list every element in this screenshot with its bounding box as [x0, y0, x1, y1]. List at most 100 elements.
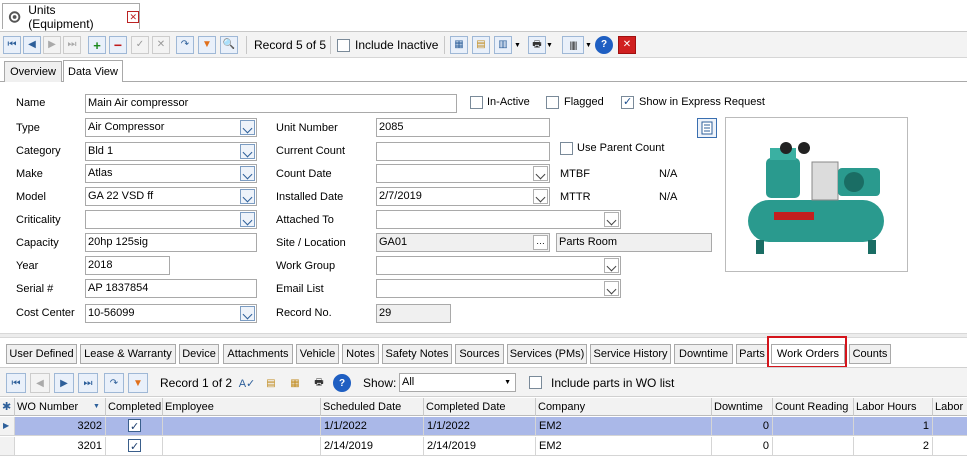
tab-user-defined[interactable]: User Defined	[6, 344, 77, 364]
completed-checkbox[interactable]	[128, 438, 141, 455]
chevron-down-icon[interactable]: ▼	[514, 42, 521, 49]
chevron-down-icon[interactable]: ▼	[585, 42, 592, 49]
wo-filter-button[interactable]: ▼	[128, 373, 148, 393]
include-parts-checkbox[interactable]	[529, 376, 542, 389]
cell-completed-date[interactable]: 2/14/2019	[424, 437, 536, 456]
col-completed[interactable]: Completed	[106, 398, 163, 416]
make-select[interactable]: Atlas	[85, 164, 257, 183]
layout-button[interactable]: ▥	[494, 36, 512, 54]
serial-input[interactable]: AP 1837854	[85, 279, 257, 298]
tab-services-pms[interactable]: Services (PMs)	[507, 344, 587, 364]
chevron-down-icon[interactable]	[240, 189, 255, 204]
document-button[interactable]	[697, 118, 717, 138]
tab-parts[interactable]: Parts	[736, 344, 768, 364]
col-wo-number[interactable]: WO Number ▼	[15, 398, 106, 416]
close-window-button[interactable]: ✕	[618, 36, 636, 54]
filter-button[interactable]: ▼	[198, 36, 216, 54]
tab-vehicle[interactable]: Vehicle	[296, 344, 339, 364]
chevron-down-icon[interactable]: ▼	[546, 42, 553, 49]
tab-lease-warranty[interactable]: Lease & Warranty	[80, 344, 176, 364]
chevron-down-icon[interactable]	[604, 212, 619, 227]
tab-downtime[interactable]: Downtime	[674, 344, 733, 364]
tab-notes[interactable]: Notes	[342, 344, 379, 364]
col-company[interactable]: Company	[536, 398, 712, 416]
wo-next-button[interactable]: ▶	[54, 373, 74, 393]
express-request-checkbox[interactable]	[621, 95, 634, 109]
cell-company[interactable]: EM2	[536, 437, 712, 456]
flagged-checkbox[interactable]	[546, 96, 559, 109]
wo-prev-button[interactable]: ◀	[30, 373, 50, 393]
capacity-input[interactable]: 20hp 125sig	[85, 233, 257, 252]
wo-last-button[interactable]: ⏭	[78, 373, 98, 393]
cell-company[interactable]: EM2	[536, 417, 712, 436]
count-date-picker[interactable]	[376, 164, 550, 183]
cell-labor[interactable]	[933, 437, 967, 456]
wo-help-button[interactable]: ?	[333, 374, 351, 392]
col-labor-hours[interactable]: Labor Hours	[854, 398, 933, 416]
edit-list-button[interactable]: ▤	[261, 373, 281, 393]
col-employee[interactable]: Employee	[163, 398, 321, 416]
col-labor[interactable]: Labor	[933, 398, 967, 416]
tab-attachments[interactable]: Attachments	[223, 344, 293, 364]
cell-wo-number[interactable]: 3201	[15, 437, 106, 456]
use-parent-count-checkbox[interactable]	[560, 142, 573, 155]
site-input[interactable]: GA01…	[376, 233, 550, 252]
first-record-button[interactable]: ⏮	[3, 36, 21, 54]
cell-downtime[interactable]: 0	[712, 437, 773, 456]
spellcheck-button[interactable]: A✓	[237, 373, 257, 393]
last-record-button[interactable]: ⏭	[63, 36, 81, 54]
completed-checkbox[interactable]	[128, 418, 141, 435]
next-record-button[interactable]: ▶	[43, 36, 61, 54]
cell-scheduled-date[interactable]: 1/1/2022	[321, 417, 424, 436]
col-scheduled-date[interactable]: Scheduled Date	[321, 398, 424, 416]
include-inactive-checkbox[interactable]	[337, 39, 350, 52]
wo-print-button[interactable]: 🖶	[309, 373, 329, 393]
document-tab-units[interactable]: Units (Equipment) ✕	[2, 3, 140, 31]
tab-device[interactable]: Device	[179, 344, 219, 364]
year-input[interactable]: 2018	[85, 256, 170, 275]
chevron-down-icon[interactable]	[240, 166, 255, 181]
tab-data-view[interactable]: Data View	[63, 60, 123, 82]
cell-employee[interactable]	[163, 437, 321, 456]
refresh-button[interactable]: ↷	[176, 36, 194, 54]
delete-button[interactable]: −	[109, 36, 127, 54]
prev-record-button[interactable]: ◀	[23, 36, 41, 54]
attached-to-select[interactable]	[376, 210, 621, 229]
type-select[interactable]: Air Compressor	[85, 118, 257, 137]
tab-overview[interactable]: Overview	[4, 61, 62, 82]
help-button[interactable]: ?	[595, 36, 613, 54]
chevron-down-icon[interactable]	[240, 144, 255, 159]
installed-date-picker[interactable]: 2/7/2019	[376, 187, 550, 206]
category-select[interactable]: Bld 1	[85, 142, 257, 161]
chevron-down-icon[interactable]	[240, 120, 255, 135]
cell-labor[interactable]	[933, 417, 967, 436]
tab-safety-notes[interactable]: Safety Notes	[382, 344, 452, 364]
inactive-checkbox[interactable]	[470, 96, 483, 109]
chevron-down-icon[interactable]	[240, 212, 255, 227]
close-icon[interactable]: ✕	[127, 10, 139, 23]
col-downtime[interactable]: Downtime	[712, 398, 773, 416]
search-button[interactable]: 🔍	[220, 36, 238, 54]
chevron-down-icon[interactable]	[604, 281, 619, 296]
cost-center-select[interactable]: 10-56099	[85, 304, 257, 323]
cell-labor-hours[interactable]: 2	[854, 437, 933, 456]
cell-scheduled-date[interactable]: 2/14/2019	[321, 437, 424, 456]
tab-sources[interactable]: Sources	[455, 344, 504, 364]
criticality-select[interactable]	[85, 210, 257, 229]
chevron-down-icon[interactable]	[533, 189, 548, 204]
chevron-down-icon[interactable]	[533, 166, 548, 181]
tab-service-history[interactable]: Service History	[590, 344, 671, 364]
chevron-down-icon[interactable]	[240, 306, 255, 321]
print-button[interactable]: 🖶	[528, 36, 546, 54]
current-count-input[interactable]	[376, 142, 550, 161]
cell-completed[interactable]	[106, 417, 163, 436]
cell-wo-number[interactable]: 3202	[15, 417, 106, 436]
grid-edit-button[interactable]: ▦	[285, 373, 305, 393]
tab-counts[interactable]: Counts	[849, 344, 891, 364]
model-select[interactable]: GA 22 VSD ff	[85, 187, 257, 206]
save-button[interactable]: ✓	[131, 36, 149, 54]
ellipsis-icon[interactable]: …	[533, 235, 548, 250]
table-row[interactable]: 3201 2/14/2019 2/14/2019 EM2 0 2	[0, 437, 967, 456]
tree-button[interactable]: ▦	[450, 36, 468, 54]
cell-count-reading[interactable]	[773, 417, 854, 436]
